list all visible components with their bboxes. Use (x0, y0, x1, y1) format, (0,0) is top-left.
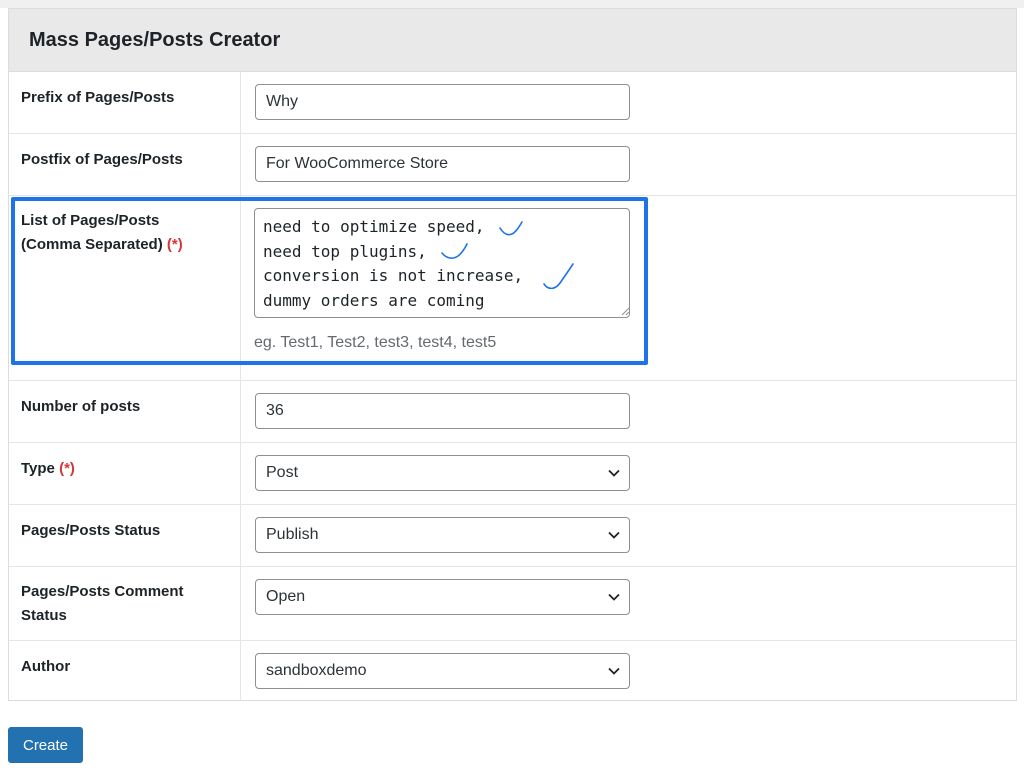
status-label: Pages/Posts Status (21, 522, 161, 539)
type-select[interactable]: Post (255, 455, 630, 491)
prefix-input[interactable]: Why (255, 84, 630, 120)
type-label: Type (*) (21, 457, 75, 481)
type-row: Type (*) Post (9, 443, 1016, 505)
chevron-down-icon (608, 667, 620, 675)
comment-status-label-line1: Pages/Posts Comment (21, 583, 184, 600)
postfix-label: Postfix of Pages/Posts (21, 151, 183, 168)
list-label-text: (Comma Separated) (21, 236, 163, 253)
list-required-mark: (*) (166, 236, 183, 253)
list-textarea[interactable]: need to optimize speed, need top plugins… (254, 208, 630, 318)
list-hint: eg. Test1, Test2, test3, test4, test5 (254, 334, 497, 351)
author-label: Author (21, 658, 71, 675)
list-label-line1: List of Pages/Posts (21, 212, 160, 229)
list-label-line2: (Comma Separated) (*) (21, 233, 183, 257)
chevron-down-icon (608, 469, 620, 477)
type-label-text: Type (21, 460, 55, 477)
comment-status-label: Pages/Posts Comment Status (21, 580, 184, 628)
chevron-down-icon (608, 531, 620, 539)
type-select-value: Post (266, 464, 299, 481)
author-select[interactable]: sandboxdemo (255, 653, 630, 689)
list-row: List of Pages/Posts (Comma Separated) (*… (9, 196, 1016, 381)
prefix-label: Prefix of Pages/Posts (21, 89, 175, 106)
author-row: Author sandboxdemo (9, 641, 1016, 701)
comment-status-label-line2: Status (21, 607, 67, 624)
author-select-value: sandboxdemo (266, 662, 367, 679)
comment-status-row: Pages/Posts Comment Status Open (9, 567, 1016, 641)
panel-header: Mass Pages/Posts Creator (9, 9, 1016, 72)
number-label: Number of posts (21, 398, 141, 415)
comment-status-select[interactable]: Open (255, 579, 630, 615)
comment-status-select-value: Open (266, 588, 306, 605)
status-select[interactable]: Publish (255, 517, 630, 553)
prefix-row: Prefix of Pages/Posts Why (9, 72, 1016, 134)
postfix-row: Postfix of Pages/Posts For WooCommerce S… (9, 134, 1016, 196)
number-row: Number of posts 36 (9, 381, 1016, 443)
chevron-down-icon (608, 593, 620, 601)
list-label: List of Pages/Posts (Comma Separated) (*… (21, 209, 183, 257)
mass-creator-panel: Mass Pages/Posts Creator Prefix of Pages… (8, 8, 1017, 701)
page-top-edge (0, 0, 1024, 8)
postfix-input[interactable]: For WooCommerce Store (255, 146, 630, 182)
panel-title: Mass Pages/Posts Creator (29, 29, 281, 51)
status-select-value: Publish (266, 526, 319, 543)
type-required-mark: (*) (59, 460, 75, 477)
number-input[interactable]: 36 (255, 393, 630, 429)
status-row: Pages/Posts Status Publish (9, 505, 1016, 567)
create-button[interactable]: Create (8, 727, 83, 763)
resize-grip-icon[interactable] (620, 306, 630, 316)
